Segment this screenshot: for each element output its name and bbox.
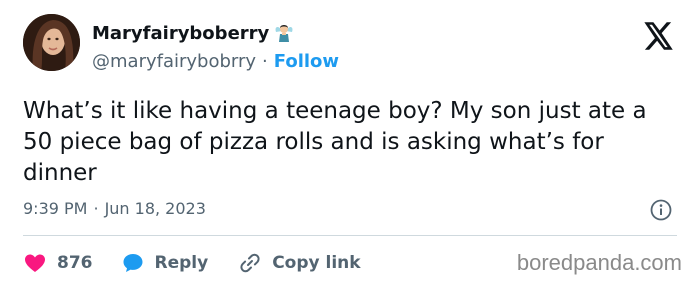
avatar[interactable] (23, 14, 80, 71)
watermark: boredpanda.com (516, 250, 682, 275)
timestamp-separator: · (93, 199, 99, 218)
author-display-name[interactable]: Maryfairyboberry (92, 23, 269, 44)
follow-button[interactable]: Follow (274, 51, 339, 72)
author-handle-row: @maryfairybobrry · Follow (92, 50, 339, 72)
tweet-text: What’s it like having a teenage boy? My … (23, 98, 647, 186)
fairy-emoji-icon (273, 22, 295, 44)
reply-bubble-icon (123, 254, 142, 272)
reply-button[interactable]: Reply (121, 251, 209, 275)
copy-link-button[interactable]: Copy link (238, 251, 361, 275)
info-icon[interactable] (650, 199, 672, 221)
avatar-photo (23, 14, 80, 71)
x-logo-icon[interactable] (644, 22, 674, 50)
tweet-timestamp[interactable]: 9:39 PM · Jun 18, 2023 (23, 199, 206, 218)
handle-separator: · (262, 50, 268, 72)
author-handle[interactable]: @maryfairybobrry (92, 51, 256, 72)
reply-label: Reply (154, 253, 209, 273)
action-bar: 876 Reply Copy link (23, 249, 361, 277)
author-name-row: Maryfairyboberry (92, 21, 295, 45)
tweet-time: 9:39 PM (23, 199, 88, 218)
copy-link-label: Copy link (272, 253, 361, 273)
heart-icon (25, 254, 45, 272)
like-count: 876 (57, 253, 93, 273)
like-button[interactable]: 876 (23, 251, 93, 275)
divider (23, 235, 677, 236)
tweet-card: Maryfairyboberry @maryfairybobrry · Foll… (0, 0, 700, 288)
link-icon (240, 253, 260, 273)
tweet-date: Jun 18, 2023 (104, 199, 206, 218)
